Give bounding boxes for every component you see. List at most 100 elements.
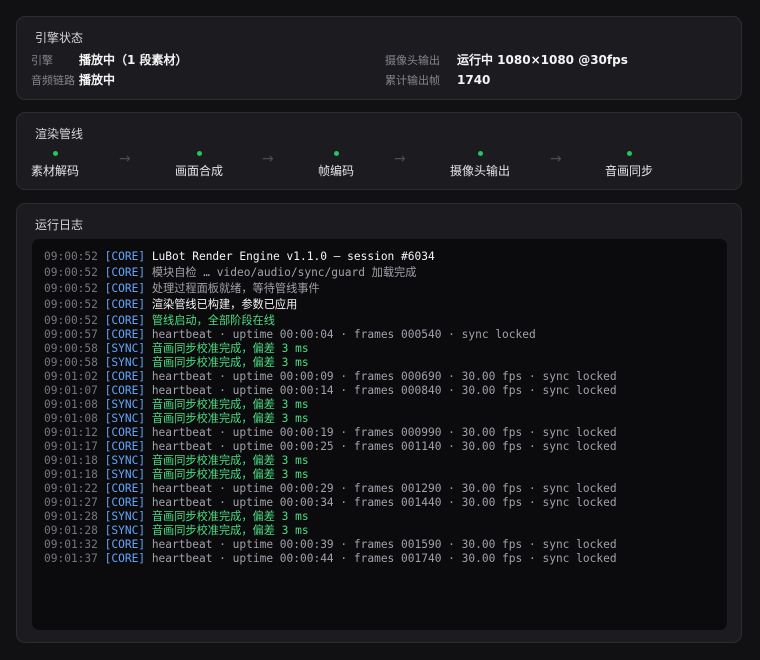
log-tag: [CORE] bbox=[104, 384, 146, 397]
log-line: 09:01:17 [CORE] heartbeat · uptime 00:00… bbox=[44, 440, 715, 454]
log-message: heartbeat · uptime 00:00:29 · frames 001… bbox=[151, 482, 617, 495]
stage-encode: 帧编码 bbox=[281, 151, 391, 179]
log-tag: [CORE] bbox=[104, 440, 146, 453]
log-tag: [CORE] bbox=[104, 496, 146, 509]
camera-output-label: 摄像头输出 bbox=[385, 54, 440, 67]
stage-decode-label: 素材解码 bbox=[30, 164, 79, 178]
log-timestamp: 09:01:32 bbox=[44, 538, 98, 551]
log-tag: [CORE] bbox=[104, 298, 146, 311]
log-line: 09:01:08 [SYNC] 音画同步校准完成，偏差 3 ms bbox=[44, 412, 715, 426]
log-message: 音画同步校准完成，偏差 3 ms bbox=[151, 398, 309, 411]
audio-chain-row: 音频链路 播放中 bbox=[31, 72, 115, 89]
stage-camera-output: 摄像头输出 bbox=[425, 151, 535, 179]
log-timestamp: 09:01:02 bbox=[44, 370, 98, 383]
log-message: heartbeat · uptime 00:00:34 · frames 001… bbox=[151, 496, 617, 509]
status-dot bbox=[196, 151, 202, 156]
log-tag: [CORE] bbox=[104, 328, 146, 341]
audio-chain-label: 音频链路 bbox=[31, 74, 75, 87]
engine-value: 播放中（1 段素材） bbox=[79, 53, 188, 67]
total-frames-row: 累计输出帧 1740 bbox=[385, 72, 490, 89]
run-log-panel: 运行日志 09:00:52 [CORE] LuBot Render Engine… bbox=[16, 203, 742, 643]
log-message: heartbeat · uptime 00:00:04 · frames 000… bbox=[151, 328, 536, 341]
status-dot bbox=[52, 151, 58, 156]
log-timestamp: 09:01:12 bbox=[44, 426, 98, 439]
log-line: 09:01:18 [SYNC] 音画同步校准完成，偏差 3 ms bbox=[44, 468, 715, 482]
log-tag: [SYNC] bbox=[104, 412, 146, 425]
log-message: 音画同步校准完成，偏差 3 ms bbox=[151, 510, 309, 523]
log-line: 09:00:52 [CORE] LuBot Render Engine v1.1… bbox=[44, 250, 715, 264]
log-message: 音画同步校准完成，偏差 3 ms bbox=[151, 454, 309, 467]
log-line: 09:01:37 [CORE] heartbeat · uptime 00:00… bbox=[44, 552, 715, 566]
camera-output-row: 摄像头输出 运行中 1080×1080 @30fps bbox=[385, 52, 628, 69]
arrow-icon: → bbox=[550, 151, 562, 167]
log-timestamp: 09:01:28 bbox=[44, 510, 98, 523]
stage-camera-output-label: 摄像头输出 bbox=[449, 164, 510, 178]
log-timestamp: 09:00:57 bbox=[44, 328, 98, 341]
total-frames-label: 累计输出帧 bbox=[385, 74, 440, 87]
log-timestamp: 09:00:52 bbox=[44, 250, 98, 263]
log-timestamp: 09:00:58 bbox=[44, 356, 98, 369]
log-message: heartbeat · uptime 00:00:39 · frames 001… bbox=[151, 538, 617, 551]
log-line: 09:01:28 [SYNC] 音画同步校准完成，偏差 3 ms bbox=[44, 524, 715, 538]
log-timestamp: 09:01:22 bbox=[44, 482, 98, 495]
log-line: 09:01:02 [CORE] heartbeat · uptime 00:00… bbox=[44, 370, 715, 384]
log-message: heartbeat · uptime 00:00:25 · frames 001… bbox=[151, 440, 617, 453]
log-message: 处理过程面板就绪，等待管线事件 bbox=[151, 282, 320, 295]
log-timestamp: 09:01:17 bbox=[44, 440, 98, 453]
log-message: heartbeat · uptime 00:00:44 · frames 001… bbox=[151, 552, 617, 565]
log-tag: [SYNC] bbox=[104, 454, 146, 467]
status-dot bbox=[477, 151, 483, 156]
engine-status-panel: 引擎状态 引擎 播放中（1 段素材） 音频链路 播放中 摄像头输出 运行中 1080×… bbox=[16, 16, 742, 100]
engine-status-title: 引擎状态 bbox=[35, 31, 84, 45]
log-line: 09:01:12 [CORE] heartbeat · uptime 00:00… bbox=[44, 426, 715, 440]
arrow-icon: → bbox=[394, 151, 406, 167]
log-message: 模块自检 … video/audio/sync/guard 加载完成 bbox=[151, 266, 417, 279]
log-line: 09:01:22 [CORE] heartbeat · uptime 00:00… bbox=[44, 482, 715, 496]
log-message: heartbeat · uptime 00:00:19 · frames 000… bbox=[151, 426, 617, 439]
engine-label: 引擎 bbox=[31, 54, 53, 67]
log-tag: [SYNC] bbox=[104, 356, 146, 369]
log-tag: [CORE] bbox=[104, 266, 146, 279]
stage-decode: 素材解码 bbox=[0, 151, 110, 179]
log-timestamp: 09:01:07 bbox=[44, 384, 98, 397]
log-line: 09:00:57 [CORE] heartbeat · uptime 00:00… bbox=[44, 328, 715, 342]
log-line: 09:00:52 [CORE] 管线启动，全部阶段在线 bbox=[44, 314, 715, 328]
log-tag: [SYNC] bbox=[104, 524, 146, 537]
log-timestamp: 09:00:52 bbox=[44, 266, 98, 279]
status-dot bbox=[333, 151, 339, 156]
engine-row: 引擎 播放中（1 段素材） bbox=[31, 52, 188, 69]
total-frames-value: 1740 bbox=[457, 73, 491, 87]
log-message: 音画同步校准完成，偏差 3 ms bbox=[151, 524, 309, 537]
log-line: 09:00:58 [SYNC] 音画同步校准完成，偏差 3 ms bbox=[44, 342, 715, 356]
render-pipeline-panel: 渲染管线 素材解码 → 画面合成 → 帧编码 → 摄像头输出 → 音画同步 bbox=[16, 112, 742, 190]
log-message: heartbeat · uptime 00:00:14 · frames 000… bbox=[151, 384, 617, 397]
log-line: 09:01:27 [CORE] heartbeat · uptime 00:00… bbox=[44, 496, 715, 510]
log-tag: [SYNC] bbox=[104, 342, 146, 355]
log-tag: [CORE] bbox=[104, 282, 146, 295]
stage-compose-label: 画面合成 bbox=[174, 164, 223, 178]
log-message: 音画同步校准完成，偏差 3 ms bbox=[151, 356, 309, 369]
log-timestamp: 09:01:18 bbox=[44, 468, 98, 481]
log-message: 音画同步校准完成，偏差 3 ms bbox=[151, 342, 309, 355]
log-line: 09:01:07 [CORE] heartbeat · uptime 00:00… bbox=[44, 384, 715, 398]
log-console[interactable]: 09:00:52 [CORE] LuBot Render Engine v1.1… bbox=[32, 239, 727, 630]
log-line: 09:00:52 [CORE] 渲染管线已构建，参数已应用 bbox=[44, 298, 715, 312]
log-tag: [CORE] bbox=[104, 538, 146, 551]
log-line: 09:00:52 [CORE] 模块自检 … video/audio/sync/… bbox=[44, 266, 715, 280]
log-timestamp: 09:00:52 bbox=[44, 282, 98, 295]
log-timestamp: 09:01:18 bbox=[44, 454, 98, 467]
log-message: 管线启动，全部阶段在线 bbox=[151, 314, 275, 327]
log-tag: [CORE] bbox=[104, 370, 146, 383]
log-timestamp: 09:00:52 bbox=[44, 298, 98, 311]
log-timestamp: 09:01:08 bbox=[44, 412, 98, 425]
log-line: 09:01:32 [CORE] heartbeat · uptime 00:00… bbox=[44, 538, 715, 552]
run-log-title: 运行日志 bbox=[35, 218, 84, 232]
log-tag: [CORE] bbox=[104, 250, 146, 263]
log-tag: [CORE] bbox=[104, 314, 146, 327]
stage-compose: 画面合成 bbox=[144, 151, 254, 179]
log-tag: [CORE] bbox=[104, 552, 146, 565]
arrow-icon: → bbox=[262, 151, 274, 167]
stage-encode-label: 帧编码 bbox=[317, 164, 354, 178]
log-tag: [SYNC] bbox=[104, 398, 146, 411]
stage-av-sync: 音画同步 bbox=[574, 151, 684, 179]
